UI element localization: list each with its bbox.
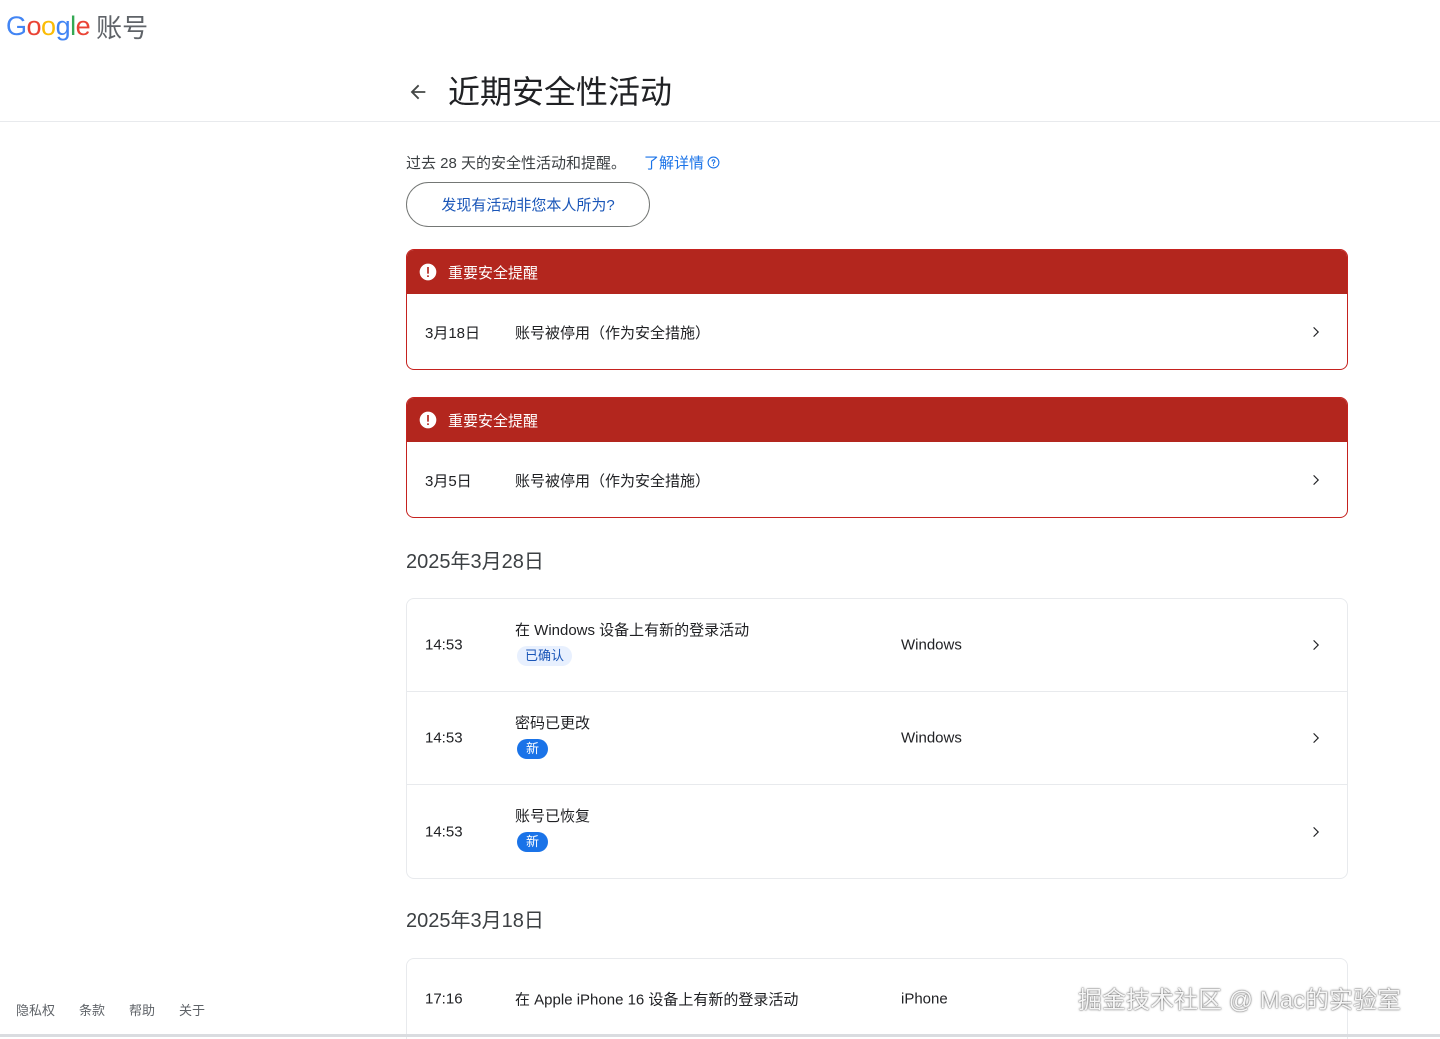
- footer-terms-link[interactable]: 条款: [79, 1000, 105, 1019]
- activity-row[interactable]: 14:53 密码已更改 新 Windows: [407, 692, 1347, 785]
- activity-time: 14:53: [425, 729, 463, 747]
- security-alert-card: 重要安全提醒 3月18日 账号被停用（作为安全措施）: [406, 249, 1348, 370]
- date-heading: 2025年3月18日: [406, 910, 544, 932]
- activity-time: 14:53: [425, 636, 463, 654]
- alert-date: 3月18日: [425, 324, 481, 342]
- alert-header: 重要安全提醒: [407, 250, 1347, 294]
- activity-list: 14:53 在 Windows 设备上有新的登录活动 已确认 Windows 1…: [406, 598, 1348, 879]
- new-badge: 新: [517, 832, 549, 852]
- confirmed-badge: 已确认: [517, 646, 573, 666]
- footer-privacy-link[interactable]: 隐私权: [16, 1000, 55, 1019]
- logo-letter: G: [6, 10, 27, 41]
- chevron-right-icon: [1313, 826, 1320, 837]
- logo-letter: o: [26, 10, 42, 41]
- activity-time: 17:16: [425, 990, 463, 1008]
- alert-header-label: 重要安全提醒: [448, 264, 539, 282]
- activity-row[interactable]: 14:53 账号已恢复 新: [407, 785, 1347, 878]
- page-title: 近期安全性活动: [448, 74, 673, 110]
- activity-device: Windows: [901, 636, 962, 654]
- alert-row[interactable]: 3月5日 账号被停用（作为安全措施）: [407, 442, 1347, 517]
- activity-title: 密码已更改: [515, 715, 591, 732]
- arrow-back-icon: [410, 84, 426, 100]
- product-name: 账号: [96, 12, 149, 43]
- footer-about-link[interactable]: 关于: [179, 1000, 205, 1019]
- alert-description: 账号被停用（作为安全措施）: [515, 472, 711, 490]
- learn-more-link[interactable]: 了解详情: [644, 152, 720, 173]
- help-circle-icon: [707, 156, 720, 169]
- alert-header-label: 重要安全提醒: [448, 412, 539, 430]
- footer-help-link[interactable]: 帮助: [129, 1000, 155, 1019]
- error-icon: [419, 263, 437, 281]
- activity-device: Windows: [901, 729, 962, 747]
- activity-time: 14:53: [425, 823, 463, 840]
- chevron-right-icon: [1313, 732, 1320, 744]
- chevron-right-icon: [1313, 639, 1320, 651]
- alert-row[interactable]: 3月18日 账号被停用（作为安全措施）: [407, 294, 1347, 369]
- logo-letter: e: [75, 10, 91, 41]
- error-icon: [419, 411, 437, 429]
- report-activity-button[interactable]: 发现有活动非您本人所为?: [406, 182, 650, 227]
- alert-date: 3月5日: [425, 472, 472, 490]
- google-account-logo[interactable]: Google 账号: [6, 8, 148, 44]
- security-alert-card: 重要安全提醒 3月5日 账号被停用（作为安全措施）: [406, 397, 1348, 518]
- chevron-right-icon: [1313, 326, 1320, 338]
- logo-letter: o: [41, 10, 56, 41]
- new-badge: 新: [517, 739, 549, 759]
- date-heading: 2025年3月28日: [406, 551, 544, 573]
- alert-description: 账号被停用（作为安全措施）: [515, 324, 711, 342]
- activity-title: 账号已恢复: [515, 808, 591, 825]
- logo-letter: g: [55, 10, 71, 41]
- footer: 隐私权 条款 帮助 关于: [16, 1000, 205, 1019]
- intro-description: 过去 28 天的安全性活动和提醒。: [406, 155, 627, 172]
- activity-title: 在 Apple iPhone 16 设备上有新的登录活动: [515, 991, 799, 1009]
- learn-more-label: 了解详情: [644, 155, 705, 172]
- back-button[interactable]: [400, 74, 436, 110]
- activity-device: iPhone: [901, 990, 948, 1008]
- alert-header: 重要安全提醒: [407, 398, 1347, 442]
- google-logo: Google: [6, 10, 91, 42]
- top-bar: Google 账号 近期安全性活动: [0, 0, 1440, 122]
- activity-row[interactable]: 14:53 在 Windows 设备上有新的登录活动 已确认 Windows: [407, 599, 1347, 692]
- intro-text: 过去 28 天的安全性活动和提醒。 了解详情: [406, 152, 720, 173]
- watermark: 掘金技术社区 @ Mac的实验室: [1078, 987, 1402, 1014]
- chevron-right-icon: [1313, 474, 1320, 486]
- activity-title: 在 Windows 设备上有新的登录活动: [515, 622, 750, 639]
